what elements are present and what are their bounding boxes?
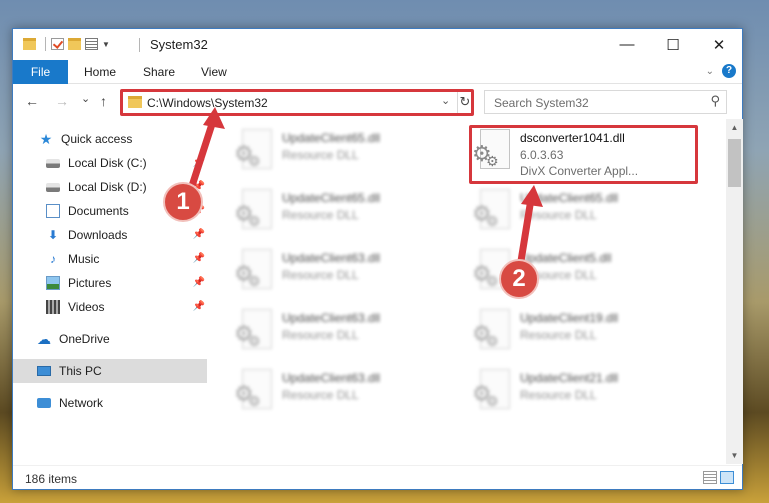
new-folder-icon[interactable] [68, 38, 81, 50]
file-item[interactable]: ⚙ ⚙ UpdateClient63.dll Resource DLL [210, 243, 440, 299]
pin-icon: 📌 [192, 253, 205, 264]
minimize-button[interactable]: — [604, 29, 650, 60]
pictures-icon [46, 276, 60, 290]
recent-locations-button[interactable]: ⌄ [81, 92, 90, 105]
pin-icon: 📌 [192, 301, 205, 312]
step-badge-2: 2 [499, 259, 539, 299]
file-item[interactable]: ⚙ ⚙ UpdateClient63.dll Resource DLL [210, 303, 440, 359]
properties-check-icon[interactable] [51, 38, 64, 50]
large-icons-view-icon[interactable] [720, 471, 734, 484]
address-bar-highlight [120, 89, 474, 116]
file-highlight [469, 125, 698, 184]
up-button[interactable]: ↑ [100, 93, 107, 109]
file-item[interactable]: ⚙ ⚙ UpdateClient65.dll Resource DLL [210, 183, 440, 239]
help-icon[interactable]: ? [722, 64, 736, 78]
maximize-button[interactable]: ☐ [650, 29, 696, 60]
step-badge-1: 1 [163, 182, 203, 222]
dll-file-icon: ⚙ ⚙ [234, 189, 278, 231]
star-icon: ★ [39, 131, 53, 147]
sidebar-item-pictures[interactable]: Pictures 📌 [13, 271, 207, 295]
music-icon: ♪ [50, 252, 56, 266]
file-item[interactable]: ⚙ ⚙ UpdateClient65.dll Resource DLL [210, 123, 440, 179]
status-bar: 186 items [13, 465, 742, 490]
tab-file[interactable]: File [13, 60, 68, 84]
dll-file-icon: ⚙ ⚙ [472, 369, 516, 411]
videos-icon [46, 300, 60, 314]
item-count: 186 items [25, 472, 78, 486]
tab-share[interactable]: Share [143, 60, 175, 84]
sidebar-item-network[interactable]: Network [13, 391, 207, 415]
tab-home[interactable]: Home [84, 60, 116, 84]
quick-access-toolbar: ▼ [23, 37, 114, 51]
folder-icon[interactable] [23, 38, 36, 50]
tab-view[interactable]: View [201, 60, 227, 84]
disk-icon [46, 158, 60, 168]
file-item[interactable]: ⚙ ⚙ UpdateClient19.dll Resource DLL [448, 303, 678, 359]
navigation-pane: ★ Quick access Local Disk (C:) 📌 Local D… [13, 119, 207, 464]
network-icon [37, 398, 51, 408]
back-button[interactable]: ← [25, 93, 39, 109]
scroll-down-arrow-icon[interactable]: ▼ [726, 447, 743, 464]
file-item[interactable]: ⚙ ⚙ UpdateClient65.dll Resource DLL [448, 183, 678, 239]
file-item[interactable]: ⚙ ⚙ UpdateClient21.dll Resource DLL [448, 363, 678, 419]
dll-file-icon: ⚙ ⚙ [234, 369, 278, 411]
sidebar-item-music[interactable]: ♪ Music 📌 [13, 247, 207, 271]
onedrive-icon: ☁ [37, 331, 51, 347]
scroll-up-arrow-icon[interactable]: ▲ [726, 119, 743, 136]
search-input[interactable]: Search System32 ⚲ [484, 90, 727, 114]
window-controls: — ☐ ✕ [604, 29, 742, 60]
details-view-icon[interactable] [703, 471, 717, 484]
window-title: System32 [150, 37, 208, 52]
disk-icon [46, 182, 60, 192]
search-placeholder: Search System32 [494, 96, 589, 110]
customize-toolbar-chevron-icon[interactable]: ▼ [102, 40, 110, 49]
pin-icon: 📌 [192, 157, 205, 168]
this-pc-icon [37, 366, 51, 376]
sidebar-item-quick-access[interactable]: ★ Quick access [13, 127, 207, 151]
sidebar-item-downloads[interactable]: ⬇ Downloads 📌 [13, 223, 207, 247]
pin-icon: 📌 [192, 277, 205, 288]
documents-icon [46, 204, 60, 218]
file-item[interactable]: ⚙ ⚙ UpdateClient5.dll Resource DLL [448, 243, 678, 299]
dll-file-icon: ⚙ ⚙ [472, 309, 516, 351]
title-bar: ▼ System32 — ☐ ✕ [13, 29, 742, 60]
close-button[interactable]: ✕ [696, 29, 742, 60]
dll-file-icon: ⚙ ⚙ [472, 189, 516, 231]
pin-icon: 📌 [192, 229, 205, 240]
search-icon[interactable]: ⚲ [710, 93, 720, 109]
downloads-icon: ⬇ [47, 228, 59, 242]
dll-file-icon: ⚙ ⚙ [234, 249, 278, 291]
dll-file-icon: ⚙ ⚙ [234, 129, 278, 171]
ribbon-tabs: File Home Share View ⌄ ? [13, 60, 742, 84]
file-explorer-window: ▼ System32 — ☐ ✕ File Home Share View ⌄ … [12, 28, 743, 490]
sidebar-item-local-disk-c[interactable]: Local Disk (C:) 📌 [13, 151, 207, 175]
dll-file-icon: ⚙ ⚙ [234, 309, 278, 351]
expand-ribbon-chevron-icon[interactable]: ⌄ [706, 66, 714, 77]
forward-button[interactable]: → [55, 93, 69, 109]
scroll-thumb[interactable] [728, 139, 741, 187]
file-item[interactable]: ⚙ ⚙ UpdateClient63.dll Resource DLL [210, 363, 440, 419]
properties-list-icon[interactable] [85, 38, 98, 50]
sidebar-item-this-pc[interactable]: This PC [13, 359, 207, 383]
vertical-scrollbar[interactable]: ▲ ▼ [726, 119, 743, 464]
sidebar-item-videos[interactable]: Videos 📌 [13, 295, 207, 319]
sidebar-item-onedrive[interactable]: ☁ OneDrive [13, 327, 207, 351]
